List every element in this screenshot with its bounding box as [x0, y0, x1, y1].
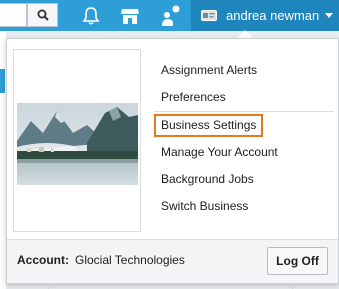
chevron-down-icon [325, 13, 334, 18]
store-button[interactable] [119, 5, 141, 27]
store-icon [121, 9, 139, 24]
menu-item-manage-account[interactable]: Manage Your Account [154, 143, 334, 162]
dropdown-menu-list: Assignment Alerts Preferences Business S… [154, 61, 334, 224]
account-info: Account: Glocial Technologies [17, 253, 185, 267]
top-navigation-bar: andrea newman [0, 0, 339, 31]
user-name: andrea newman [226, 8, 320, 23]
background-tick [48, 284, 49, 289]
user-dropdown-menu: Assignment Alerts Preferences Business S… [6, 38, 339, 284]
log-off-button[interactable]: Log Off [267, 247, 328, 275]
menu-item-preferences[interactable]: Preferences [154, 88, 334, 107]
search-input[interactable] [0, 3, 27, 27]
search-button[interactable] [27, 3, 58, 27]
account-label: Account: [17, 253, 69, 267]
dropdown-footer: Account: Glocial Technologies Log Off [7, 239, 338, 283]
share-button[interactable] [160, 5, 182, 27]
menu-item-switch-business[interactable]: Switch Business [154, 197, 334, 216]
card-icon [201, 10, 217, 21]
user-share-icon [162, 5, 180, 26]
search-icon [37, 9, 49, 21]
menu-divider [154, 111, 334, 112]
menu-item-assignment-alerts[interactable]: Assignment Alerts [154, 61, 334, 80]
account-value: Glocial Technologies [75, 253, 185, 267]
business-logo-frame [13, 49, 141, 232]
background-accent [0, 69, 5, 93]
menu-item-business-settings[interactable]: Business Settings [154, 114, 264, 137]
background-tick [292, 284, 293, 289]
user-menu-button[interactable]: andrea newman [191, 0, 339, 31]
menu-item-background-jobs[interactable]: Background Jobs [154, 170, 334, 189]
business-logo-image [17, 103, 138, 185]
bell-icon [82, 7, 100, 25]
notifications-button[interactable] [80, 5, 102, 27]
